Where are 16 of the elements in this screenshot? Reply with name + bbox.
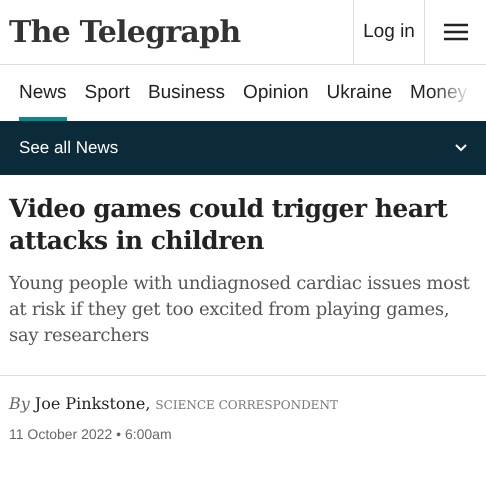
chevron-down-icon: [455, 144, 467, 152]
nav-tab[interactable]: Opinion: [243, 65, 309, 121]
see-all-bar[interactable]: See all News: [0, 121, 486, 175]
nav-tab[interactable]: Sport: [84, 65, 130, 121]
byline-prefix: By: [9, 393, 30, 415]
see-all-label: See all News: [19, 137, 118, 160]
nav-tab[interactable]: Ukraine: [326, 65, 392, 121]
nav-tab[interactable]: Business: [148, 65, 226, 121]
author-role: SCIENCE CORRESPONDENT: [155, 397, 338, 414]
standfirst: Young people with undiagnosed cardiac issues most at risk if they get too excited from playing games, say researchers: [9, 272, 471, 348]
menu-icon: [444, 23, 468, 41]
login-button[interactable]: Log in: [353, 0, 424, 64]
publish-date: 11 October 2022 • 6:00am: [9, 425, 173, 444]
headline: Video games could trigger heart attacks in children: [9, 193, 449, 257]
logo[interactable]: The Telegraph: [9, 10, 240, 54]
author-link[interactable]: Joe Pinkstone,: [34, 392, 150, 416]
